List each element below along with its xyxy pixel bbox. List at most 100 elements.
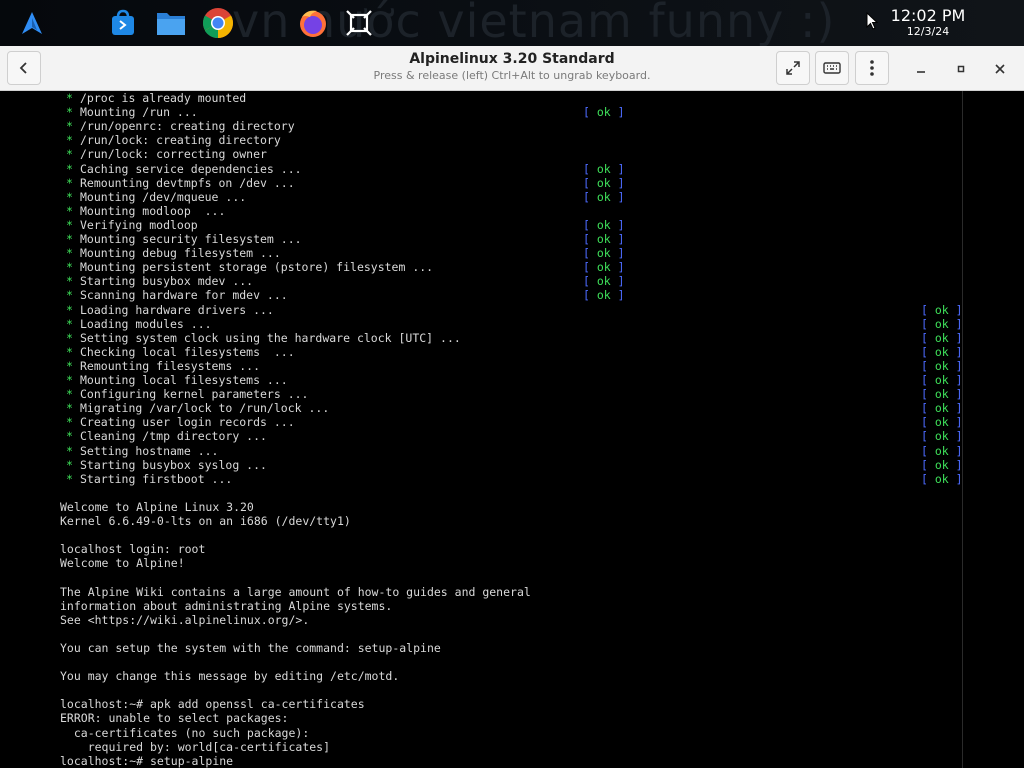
- console-line: localhost:~# apk add openssl ca-certific…: [60, 697, 365, 712]
- maximize-button[interactable]: [948, 56, 974, 82]
- screenshot-icon[interactable]: [341, 5, 377, 41]
- window-title: Alpinelinux 3.20 Standard: [409, 51, 615, 67]
- console-line: Welcome to Alpine Linux 3.20: [60, 499, 254, 514]
- ok-status: [ ok ]: [583, 176, 625, 190]
- boot-line-text: /run/lock: correcting owner: [80, 147, 267, 162]
- ok-status: [ ok ]: [583, 260, 625, 274]
- ok-status: [ ok ]: [921, 387, 963, 401]
- ok-status: [ ok ]: [583, 105, 625, 119]
- window-subtitle: Press & release (left) Ctrl+Alt to ungra…: [373, 69, 651, 82]
- files-icon[interactable]: [153, 5, 189, 41]
- ok-label: ok: [596, 246, 611, 261]
- console-line: ERROR: unable to select packages:: [60, 711, 289, 726]
- boot-bullet: *: [66, 387, 73, 402]
- boot-line-text: Starting busybox mdev ...: [80, 274, 254, 289]
- ok-status: [ ok ]: [921, 472, 963, 486]
- console-line: localhost login: root: [60, 542, 206, 557]
- ok-label: ok: [934, 358, 949, 373]
- ok-bracket-close: ]: [948, 302, 963, 317]
- boot-line: * Mounting security filesystem ... [ ok ]: [0, 232, 1024, 246]
- ok-label: ok: [934, 316, 949, 331]
- boot-line: * Remounting devtmpfs on /dev ... [ ok ]: [0, 176, 1024, 190]
- menu-button[interactable]: [855, 51, 889, 85]
- store-icon[interactable]: [105, 5, 141, 41]
- boot-bullet: *: [66, 189, 73, 204]
- ok-bracket-open: [: [583, 260, 597, 275]
- ok-bracket-close: ]: [948, 387, 963, 402]
- boot-bullet: *: [66, 429, 73, 444]
- minimize-icon: [917, 71, 925, 73]
- boot-bullet: *: [66, 260, 73, 275]
- ok-bracket-open: [: [921, 344, 935, 359]
- boot-bullet: *: [66, 105, 73, 120]
- boot-line-text: Caching service dependencies ...: [80, 161, 302, 176]
- ok-label: ok: [596, 161, 611, 176]
- ok-bracket-open: [: [583, 189, 597, 204]
- ok-label: ok: [934, 429, 949, 444]
- boot-line: * Creating user login records ... [ ok ]: [0, 415, 1024, 429]
- keyboard-button[interactable]: [815, 51, 849, 85]
- boot-line-text: Mounting modloop ...: [80, 203, 226, 218]
- boot-line-text: Setting system clock using the hardware …: [80, 330, 461, 345]
- console-line: localhost:~# setup-alpine: [60, 753, 234, 768]
- ok-bracket-close: ]: [610, 175, 625, 190]
- ok-bracket-open: [: [583, 161, 597, 176]
- chrome-icon[interactable]: [200, 5, 236, 41]
- boot-line-text: Verifying modloop: [80, 217, 198, 232]
- clock-date[interactable]: 12/3/24: [880, 25, 976, 38]
- expand-icon: [786, 61, 800, 75]
- ok-status: [ ok ]: [583, 288, 625, 302]
- minimize-button[interactable]: [908, 56, 934, 82]
- ok-label: ok: [934, 373, 949, 387]
- boot-line-text: Checking local filesystems ...: [80, 344, 295, 359]
- boot-line-text: /run/lock: creating directory: [80, 133, 281, 148]
- firefox-icon[interactable]: [295, 5, 331, 41]
- boot-line: * Starting busybox mdev ... [ ok ]: [0, 274, 1024, 288]
- ok-bracket-open: [: [583, 274, 597, 289]
- ok-label: ok: [934, 344, 949, 359]
- boot-bullet: *: [66, 401, 73, 416]
- boot-line-text: Remounting devtmpfs on /dev ...: [80, 175, 295, 190]
- ok-bracket-open: [: [921, 373, 935, 387]
- console-line: You can setup the system with the comman…: [60, 640, 441, 655]
- terminal-console[interactable]: * /proc is already mounted * Mounting /run …: [0, 91, 1024, 768]
- boot-line-text: Migrating /var/lock to /run/lock ...: [80, 401, 330, 416]
- ok-bracket-close: ]: [948, 358, 963, 373]
- ok-label: ok: [596, 274, 611, 289]
- close-button[interactable]: [987, 56, 1013, 82]
- keyboard-icon: [823, 62, 841, 74]
- ok-bracket-close: ]: [948, 316, 963, 331]
- boot-bullet: *: [66, 457, 73, 472]
- ok-bracket-open: [: [583, 288, 597, 303]
- ok-label: ok: [934, 415, 949, 430]
- boot-line-text: Remounting filesystems ...: [80, 358, 261, 373]
- ok-status: [ ok ]: [583, 274, 625, 288]
- boot-line-text: Scanning hardware for mdev ...: [80, 288, 288, 303]
- boot-line: * Mounting /dev/mqueue ... [ ok ]: [0, 190, 1024, 204]
- ok-bracket-open: [: [921, 415, 935, 430]
- ok-label: ok: [934, 401, 949, 416]
- boot-bullet: *: [66, 288, 73, 303]
- boot-line-text: Loading modules ...: [80, 316, 212, 331]
- boot-bullet: *: [66, 203, 73, 218]
- back-button[interactable]: [7, 51, 41, 85]
- boot-line: * Mounting persistent storage (pstore) fi…: [0, 260, 1024, 274]
- boot-line: * Remounting filesystems ... [ ok ]: [0, 359, 1024, 373]
- ok-status: [ ok ]: [583, 232, 625, 246]
- launcher-icon[interactable]: [14, 5, 50, 41]
- ok-bracket-open: [: [921, 443, 935, 458]
- fullscreen-button[interactable]: [776, 51, 810, 85]
- boot-bullet: *: [66, 373, 73, 387]
- ok-label: ok: [596, 260, 611, 275]
- ok-bracket-close: ]: [610, 288, 625, 303]
- ok-label: ok: [934, 330, 949, 345]
- console-line: Welcome to Alpine!: [60, 556, 185, 571]
- boot-bullet: *: [66, 119, 73, 134]
- ok-label: ok: [934, 471, 949, 486]
- ok-bracket-open: [: [921, 358, 935, 373]
- clock-time[interactable]: 12:02 PM: [880, 6, 976, 25]
- ok-bracket-close: ]: [610, 232, 625, 246]
- boot-line: * Mounting debug filesystem ... [ ok ]: [0, 246, 1024, 260]
- boot-line: * Caching service dependencies ... [ ok ]: [0, 162, 1024, 176]
- boot-line: * Configuring kernel parameters ... [ ok ]: [0, 387, 1024, 401]
